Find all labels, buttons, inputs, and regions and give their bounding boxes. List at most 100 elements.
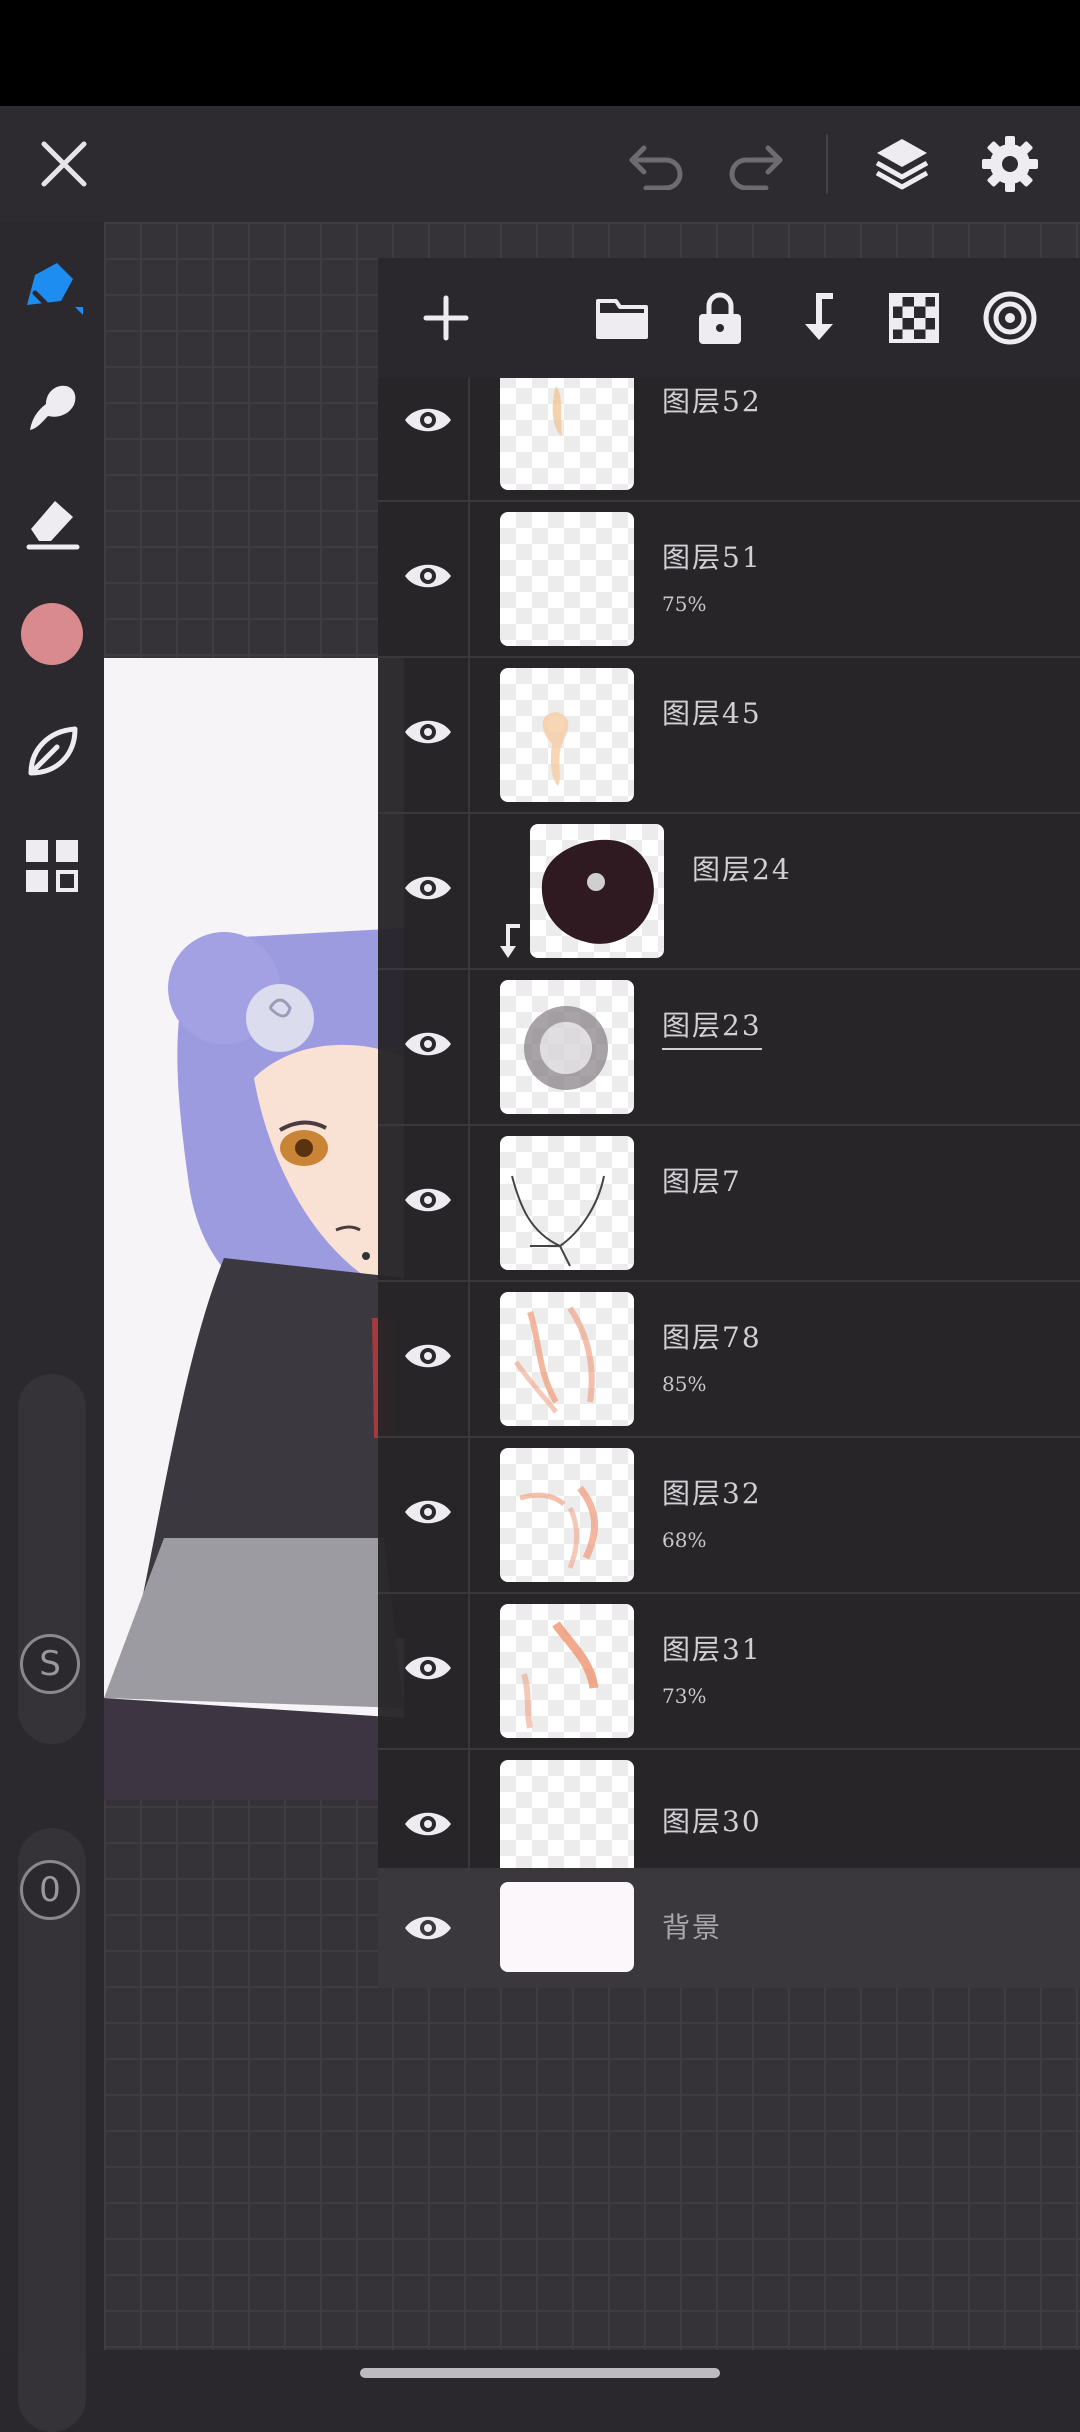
row-divider bbox=[468, 378, 470, 500]
layer-name: 图层32 bbox=[662, 1477, 762, 1510]
background-thumbnail bbox=[500, 1882, 634, 1972]
add-layer-icon bbox=[423, 295, 469, 341]
close-button[interactable] bbox=[26, 126, 102, 202]
left-toolbar: S 0 bbox=[0, 222, 104, 2432]
color-swatch-button[interactable] bbox=[14, 596, 90, 672]
artwork-canvas[interactable] bbox=[104, 658, 404, 1800]
brush-size-label: S bbox=[20, 1634, 80, 1694]
layer-thumbnail bbox=[500, 980, 634, 1114]
row-divider bbox=[468, 1124, 470, 1280]
smudge-tool-icon bbox=[30, 385, 76, 430]
visibility-toggle[interactable] bbox=[396, 700, 460, 764]
undo-icon bbox=[629, 145, 683, 190]
visibility-toggle[interactable] bbox=[396, 544, 460, 608]
layers-icon bbox=[875, 139, 929, 190]
layer-thumbnail bbox=[500, 668, 634, 802]
background-layer-row[interactable]: 背景 bbox=[378, 1868, 1080, 1988]
layer-row[interactable]: 图层23 bbox=[378, 968, 1080, 1126]
eye-icon bbox=[405, 1188, 451, 1212]
redo-button[interactable] bbox=[716, 126, 792, 202]
layer-opacity: 85% bbox=[662, 1372, 707, 1396]
folder-button[interactable] bbox=[588, 284, 656, 352]
layer-row[interactable]: 图层30 bbox=[378, 1748, 1080, 1868]
eye-icon bbox=[405, 1812, 451, 1836]
layer-row[interactable]: 图层32 68% bbox=[378, 1436, 1080, 1594]
settings-button[interactable] bbox=[972, 126, 1048, 202]
layer-thumbnail bbox=[500, 1292, 634, 1426]
row-divider bbox=[468, 812, 470, 968]
layer-name: 图层78 bbox=[662, 1321, 762, 1354]
folder-icon bbox=[596, 299, 648, 339]
top-toolbar bbox=[0, 106, 1080, 246]
layer-list[interactable]: 图层52 图层51 75% 图层45 图层24 图层23 图层7 图层78 85… bbox=[378, 378, 1080, 1868]
eye-icon bbox=[405, 1344, 451, 1368]
character-illustration bbox=[104, 658, 404, 1800]
smudge-tool-button[interactable] bbox=[14, 370, 90, 446]
leaf-brush-icon bbox=[28, 726, 78, 776]
layer-name: 图层51 bbox=[662, 541, 762, 574]
eye-icon bbox=[405, 720, 451, 744]
row-divider bbox=[468, 1748, 470, 1868]
row-divider bbox=[468, 1280, 470, 1436]
row-divider bbox=[468, 968, 470, 1124]
layer-thumbnail bbox=[500, 1760, 634, 1868]
layer-row[interactable]: 图层45 bbox=[378, 656, 1080, 814]
eye-icon bbox=[405, 408, 451, 432]
layer-row[interactable]: 图层78 85% bbox=[378, 1280, 1080, 1438]
visibility-toggle[interactable] bbox=[396, 1168, 460, 1232]
visibility-toggle[interactable] bbox=[396, 1792, 460, 1856]
visibility-toggle[interactable] bbox=[396, 388, 460, 452]
layer-row[interactable]: 图层52 bbox=[378, 378, 1080, 502]
add-layer-button[interactable] bbox=[412, 284, 480, 352]
layer-thumbnail bbox=[500, 1448, 634, 1582]
layer-row[interactable]: 图层31 73% bbox=[378, 1592, 1080, 1750]
settings-icon bbox=[982, 136, 1038, 192]
blend-icon bbox=[983, 291, 1037, 345]
visibility-toggle[interactable] bbox=[396, 1324, 460, 1388]
layer-thumbnail bbox=[530, 824, 664, 958]
layer-row[interactable]: 图层51 75% bbox=[378, 500, 1080, 658]
layer-name: 图层24 bbox=[692, 853, 792, 886]
layer-opacity: 75% bbox=[662, 592, 707, 616]
visibility-toggle[interactable] bbox=[396, 1480, 460, 1544]
pen-tool-icon bbox=[27, 263, 83, 315]
brush-library-button[interactable] bbox=[14, 714, 90, 790]
layer-thumbnail bbox=[500, 1136, 634, 1270]
layer-row[interactable]: 图层24 bbox=[378, 812, 1080, 970]
layer-thumbnail bbox=[500, 1604, 634, 1738]
visibility-toggle[interactable] bbox=[396, 856, 460, 920]
layers-panel: 图层52 图层51 75% 图层45 图层24 图层23 图层7 图层78 85… bbox=[378, 258, 1080, 1988]
transparency-icon bbox=[889, 293, 939, 343]
layer-name: 图层45 bbox=[662, 697, 762, 730]
toolbar-divider bbox=[826, 134, 828, 194]
layer-name: 图层7 bbox=[662, 1165, 742, 1198]
pen-tool-button[interactable] bbox=[14, 252, 90, 328]
eraser-tool-button[interactable] bbox=[14, 484, 90, 560]
visibility-toggle[interactable] bbox=[396, 1636, 460, 1700]
redo-icon bbox=[729, 145, 783, 190]
layer-name: 图层52 bbox=[662, 385, 762, 418]
layers-button[interactable] bbox=[864, 126, 940, 202]
layer-opacity: 73% bbox=[662, 1684, 707, 1708]
eye-icon bbox=[405, 1656, 451, 1680]
color-swatch bbox=[21, 603, 83, 665]
layer-name: 图层31 bbox=[662, 1633, 762, 1666]
visibility-toggle[interactable] bbox=[396, 1896, 460, 1960]
eraser-tool-icon bbox=[26, 501, 80, 550]
undo-button[interactable] bbox=[620, 126, 696, 202]
lock-layer-button[interactable] bbox=[686, 284, 754, 352]
clipping-arrow-icon bbox=[500, 924, 520, 958]
eye-icon bbox=[405, 1500, 451, 1524]
transparency-button[interactable] bbox=[880, 284, 948, 352]
close-icon bbox=[41, 141, 87, 187]
layer-row[interactable]: 图层7 bbox=[378, 1124, 1080, 1282]
gesture-nav-bar[interactable] bbox=[360, 2368, 720, 2378]
brush-opacity-label: 0 bbox=[20, 1860, 80, 1920]
layer-thumbnail bbox=[500, 512, 634, 646]
grid-menu-button[interactable] bbox=[14, 828, 90, 904]
merge-down-button[interactable] bbox=[784, 284, 852, 352]
blend-mode-button[interactable] bbox=[976, 284, 1044, 352]
eye-icon bbox=[405, 1032, 451, 1056]
visibility-toggle[interactable] bbox=[396, 1012, 460, 1076]
layer-thumbnail bbox=[500, 378, 634, 490]
